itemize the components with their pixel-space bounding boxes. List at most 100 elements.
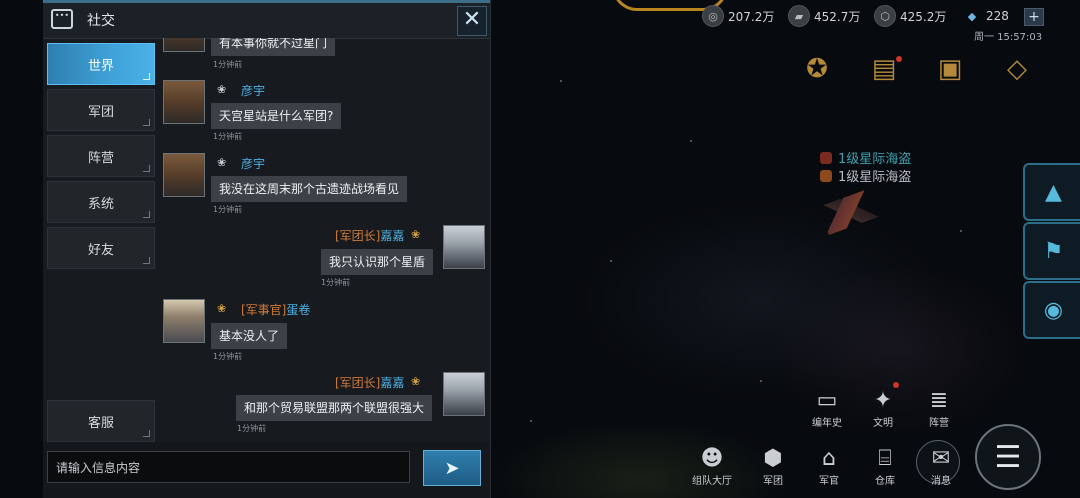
- metal-icon: ▰: [788, 5, 810, 27]
- header-accent-line: [43, 0, 490, 3]
- chronicle-button[interactable]: ▭ 编年史: [810, 386, 844, 430]
- fleet-button[interactable]: ▲: [1023, 163, 1080, 221]
- avatar[interactable]: [163, 38, 205, 52]
- star: [530, 420, 532, 422]
- legion-button[interactable]: ⬢ 军团: [756, 444, 790, 488]
- message-time: 1分钟前: [213, 60, 243, 69]
- sender-rank: [军团长]: [335, 376, 381, 390]
- add-diamond-button[interactable]: +: [1024, 8, 1044, 26]
- crystal-icon: ⬡: [874, 5, 896, 27]
- panel-header: ••• 社交 ✕: [43, 0, 490, 39]
- diamond-shop-icon[interactable]: ◇: [997, 52, 1037, 86]
- warehouse-label: 仓库: [875, 476, 895, 487]
- rank-gold-wings-icon: ❀: [411, 228, 421, 241]
- menu-list-icon: ☰: [994, 439, 1022, 475]
- tab-world[interactable]: 世界: [47, 43, 155, 85]
- avatar[interactable]: [163, 80, 205, 124]
- message-bubble: 基本没人了: [211, 323, 288, 349]
- gift-icon[interactable]: ▣: [930, 52, 970, 86]
- enemy-label[interactable]: 1级星际海盗: [820, 148, 911, 167]
- message-bubble: 天宫星站是什么军团?: [211, 103, 342, 129]
- planet-icon: ◉: [1043, 297, 1064, 323]
- resource-gold[interactable]: ◎ 207.2万: [702, 5, 774, 27]
- enemy-name: 1级星际海盗: [838, 152, 912, 167]
- send-button[interactable]: ➤: [423, 450, 481, 486]
- star: [560, 80, 562, 82]
- star: [690, 140, 692, 142]
- diamond-icon: ◆: [967, 9, 977, 23]
- resource-metal-value: 452.7万: [814, 9, 861, 24]
- star: [610, 260, 612, 262]
- tab-camp[interactable]: 阵营: [47, 135, 155, 177]
- chat-input-area: 请输入信息内容 ➤: [43, 442, 490, 498]
- resource-diamond-value: 228: [986, 9, 1009, 23]
- avatar[interactable]: [163, 153, 205, 197]
- team-lobby-label: 组队大厅: [692, 476, 732, 487]
- message-time: 1分钟前: [321, 278, 351, 287]
- message-bubble: 我没在这周末那个古遗迹战场看见: [211, 176, 408, 202]
- rank-gold-wings-icon: ❀: [217, 302, 227, 315]
- legion-label: 军团: [763, 476, 783, 487]
- camp-button[interactable]: ≣ 阵营: [922, 386, 956, 430]
- planet-button[interactable]: ◉: [1023, 281, 1080, 339]
- civilization-label: 文明: [873, 418, 893, 429]
- team-lobby-button[interactable]: ☻ 组队大厅: [692, 444, 732, 488]
- message-bubble: 和那个贸易联盟那两个联盟很强大: [236, 395, 433, 421]
- tab-customer-service[interactable]: 客服: [47, 400, 155, 442]
- message-button[interactable]: ✉ 消息: [924, 444, 958, 488]
- civilization-button[interactable]: ✦ 文明: [866, 386, 900, 430]
- chronicle-label: 编年史: [812, 418, 842, 429]
- warehouse-button[interactable]: ⌸ 仓库: [868, 444, 902, 488]
- camp-label: 阵营: [929, 418, 949, 429]
- warehouse-icon: ⌸: [878, 445, 892, 471]
- main-menu-button[interactable]: ☰: [975, 424, 1041, 490]
- chat-input[interactable]: 请输入信息内容: [47, 451, 410, 483]
- officer-button[interactable]: ⌂ 军官: [812, 444, 846, 488]
- sender-name[interactable]: [军事官]蛋卷: [241, 301, 310, 318]
- message-time: 1分钟前: [213, 132, 243, 141]
- tab-legion[interactable]: 军团: [47, 89, 155, 131]
- resource-crystal[interactable]: ⬡ 425.2万: [874, 5, 947, 27]
- paper-plane-icon: ➤: [444, 457, 460, 479]
- notification-badge: [893, 382, 899, 388]
- sender-nickname: 彦宇: [241, 84, 266, 98]
- message-bubble: 我只认识那个星盾: [321, 249, 434, 275]
- star: [960, 230, 962, 232]
- message-time: 1分钟前: [237, 424, 267, 433]
- avatar[interactable]: [443, 225, 485, 269]
- message-list[interactable]: 有本事你就不过星门 1分钟前 ❀ 彦宇 天宫星站是什么军团? 1分钟前 ❀ 彦宇…: [161, 38, 489, 442]
- resource-metal[interactable]: ▰ 452.7万: [788, 5, 861, 27]
- sender-name[interactable]: 彦宇: [241, 155, 265, 172]
- resource-diamond[interactable]: ◆ 228: [962, 6, 1009, 26]
- flag-icon: ⚑: [1043, 238, 1064, 264]
- sender-name[interactable]: 彦宇: [241, 82, 265, 99]
- officer-label: 军官: [819, 476, 839, 487]
- legion-badge-icon: ⬢: [763, 445, 783, 471]
- sender-name[interactable]: [军团长]嘉嘉: [335, 374, 404, 391]
- sender-nickname: 嘉嘉: [380, 229, 405, 243]
- enemy-label[interactable]: 1级星际海盗: [820, 166, 911, 185]
- notification-badge: [896, 56, 902, 62]
- close-button[interactable]: ✕: [457, 6, 487, 36]
- message-time: 1分钟前: [213, 352, 243, 361]
- rank-gold-wings-icon: ❀: [411, 375, 421, 388]
- rank-wings-icon: ❀: [217, 83, 227, 96]
- flag-button[interactable]: ⚑: [1023, 222, 1080, 280]
- sender-name[interactable]: [军团长]嘉嘉: [335, 227, 404, 244]
- resource-crystal-value: 425.2万: [900, 9, 947, 24]
- tab-friends[interactable]: 好友: [47, 227, 155, 269]
- rank-emblem-icon[interactable]: ✪: [797, 52, 837, 86]
- rank-wings-icon: ❀: [217, 156, 227, 169]
- panel-title: 社交: [87, 13, 115, 29]
- civilization-star-icon: ✦: [873, 387, 893, 413]
- sender-nickname: 彦宇: [241, 157, 266, 171]
- folder-icon: ▭: [816, 387, 838, 413]
- camp-chevron-icon: ≣: [929, 387, 949, 413]
- avatar[interactable]: [443, 372, 485, 416]
- avatar[interactable]: [163, 299, 205, 343]
- tab-system[interactable]: 系统: [47, 181, 155, 223]
- message-bubble: 有本事你就不过星门: [211, 38, 336, 56]
- social-panel: ••• 社交 ✕ 世界 军团 阵营 系统 好友 客服 有本事你就不过星门 1分钟…: [43, 0, 491, 498]
- game-clock: 周一 15:57:03: [974, 32, 1043, 43]
- envelope-icon: ✉: [931, 445, 951, 471]
